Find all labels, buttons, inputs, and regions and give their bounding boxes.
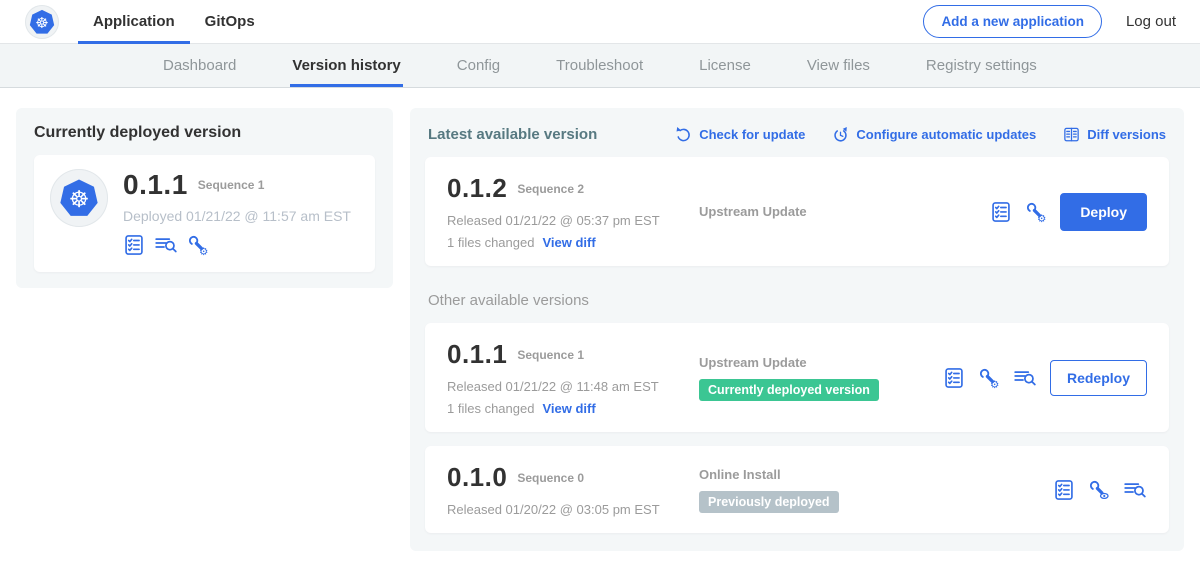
sequence-label: Sequence 2 (517, 182, 584, 196)
app-subnav: Dashboard Version history Config Trouble… (0, 44, 1200, 88)
version-number: 0.1.2 (447, 173, 507, 204)
tab-application[interactable]: Application (78, 0, 190, 43)
version-number: 0.1.0 (447, 462, 507, 493)
edit-config-icon[interactable] (978, 367, 1000, 389)
subnav-view-files[interactable]: View files (807, 44, 870, 87)
previously-deployed-badge: Previously deployed (699, 491, 839, 513)
version-source-label: Upstream Update (699, 204, 807, 219)
version-row-0-1-2: 0.1.2 Sequence 2 Released 01/21/22 @ 05:… (425, 157, 1169, 266)
check-for-update-link[interactable]: Check for update (675, 126, 805, 143)
deployed-version-tile: 0.1.1 Sequence 1 Deployed 01/21/22 @ 11:… (34, 155, 375, 272)
sequence-label: Sequence 1 (517, 348, 584, 362)
release-notes-icon[interactable] (1053, 479, 1075, 501)
subnav-registry-settings[interactable]: Registry settings (926, 44, 1037, 87)
release-notes-icon[interactable] (943, 367, 965, 389)
subnav-version-history[interactable]: Version history (292, 44, 400, 87)
app-icon (50, 169, 108, 227)
edit-config-icon[interactable] (1025, 201, 1047, 223)
configure-automatic-updates-label: Configure automatic updates (856, 127, 1036, 142)
deployed-sequence-label: Sequence 1 (198, 178, 265, 192)
subnav-config[interactable]: Config (457, 44, 500, 87)
kubernetes-logo (25, 5, 59, 39)
diff-icon (1063, 126, 1080, 143)
check-for-update-label: Check for update (699, 127, 805, 142)
currently-deployed-card: Currently deployed version 0.1.1 Sequenc… (16, 108, 393, 288)
version-source-label: Online Install (699, 467, 781, 482)
sequence-label: Sequence 0 (517, 471, 584, 485)
deploy-button[interactable]: Deploy (1060, 193, 1147, 231)
released-timestamp: Released 01/20/22 @ 03:05 pm EST (447, 502, 697, 517)
version-row-0-1-0: 0.1.0 Sequence 0 Released 01/20/22 @ 03:… (425, 446, 1169, 533)
version-row-0-1-1: 0.1.1 Sequence 1 Released 01/21/22 @ 11:… (425, 323, 1169, 432)
top-bar: Application GitOps Add a new application… (0, 0, 1200, 44)
files-changed-label: 1 files changed (447, 401, 534, 416)
deployed-card-title: Currently deployed version (34, 124, 375, 142)
diff-versions-label: Diff versions (1087, 127, 1166, 142)
subnav-troubleshoot[interactable]: Troubleshoot (556, 44, 643, 87)
version-source-label: Upstream Update (699, 355, 807, 370)
view-diff-link[interactable]: View diff (542, 235, 595, 250)
latest-available-title: Latest available version (428, 126, 597, 143)
edit-config-icon[interactable] (187, 234, 209, 256)
release-notes-icon[interactable] (123, 234, 145, 256)
logout-link[interactable]: Log out (1126, 13, 1176, 30)
released-timestamp: Released 01/21/22 @ 05:37 pm EST (447, 213, 697, 228)
app-tabs: Application GitOps (78, 0, 270, 43)
deploy-logs-icon[interactable] (1123, 479, 1147, 501)
clock-refresh-icon (832, 126, 849, 143)
release-notes-icon[interactable] (990, 201, 1012, 223)
subnav-license[interactable]: License (699, 44, 751, 87)
add-new-application-button[interactable]: Add a new application (923, 5, 1102, 38)
deploy-logs-icon[interactable] (1013, 367, 1037, 389)
refresh-icon (675, 126, 692, 143)
redeploy-button[interactable]: Redeploy (1050, 360, 1147, 396)
configure-automatic-updates-link[interactable]: Configure automatic updates (832, 126, 1036, 143)
deployed-version-number: 0.1.1 (123, 169, 188, 201)
diff-versions-link[interactable]: Diff versions (1063, 126, 1166, 143)
deploy-logs-icon[interactable] (154, 234, 178, 256)
deployed-timestamp: Deployed 01/21/22 @ 11:57 am EST (123, 208, 351, 224)
view-diff-link[interactable]: View diff (542, 401, 595, 416)
subnav-dashboard[interactable]: Dashboard (163, 44, 236, 87)
currently-deployed-badge: Currently deployed version (699, 379, 879, 401)
files-changed-label: 1 files changed (447, 235, 534, 250)
released-timestamp: Released 01/21/22 @ 11:48 am EST (447, 379, 697, 394)
main-content: Currently deployed version 0.1.1 Sequenc… (0, 88, 1200, 564)
other-available-title: Other available versions (428, 292, 1169, 309)
version-number: 0.1.1 (447, 339, 507, 370)
view-config-icon[interactable] (1088, 479, 1110, 501)
version-history-panel: Latest available version Check for updat… (410, 108, 1184, 551)
tab-gitops[interactable]: GitOps (190, 0, 270, 43)
